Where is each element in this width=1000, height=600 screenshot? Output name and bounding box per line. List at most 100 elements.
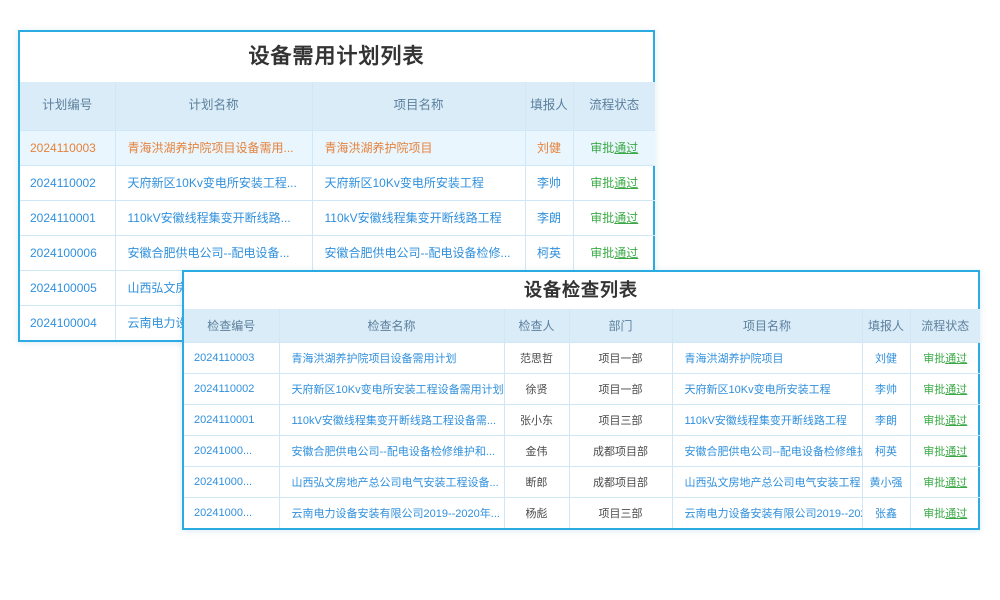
project-name-cell[interactable]: 安徽合肥供电公司--配电设备检修... [312, 235, 525, 270]
department-header: 部门 [569, 309, 672, 342]
project-name-header: 项目名称 [312, 82, 525, 130]
plan-table-row[interactable]: 2024110001110kV安徽线程集变开断线路...110kV安徽线程集变开… [20, 200, 655, 235]
status-approved-link[interactable]: 通过 [945, 415, 967, 427]
status-approved-link[interactable]: 通过 [945, 508, 967, 520]
check-no-cell[interactable]: 2024110001 [184, 404, 279, 435]
plan-no-cell[interactable]: 2024110002 [20, 165, 115, 200]
project-name-cell[interactable]: 山西弘文房地产总公司电气安装工程 [672, 466, 862, 497]
flow-status-header: 流程状态 [573, 82, 655, 130]
reporter-header: 填报人 [525, 82, 573, 130]
inspector-cell: 张小东 [504, 404, 569, 435]
project-name-cell[interactable]: 110kV安徽线程集变开断线路工程 [312, 200, 525, 235]
plan-no-cell[interactable]: 2024100006 [20, 235, 115, 270]
department-cell: 项目三部 [569, 497, 672, 528]
status-approved-link[interactable]: 通过 [614, 211, 638, 225]
check-table-header-row: 检查编号检查名称检查人部门项目名称填报人流程状态 [184, 309, 980, 342]
project-name-cell[interactable]: 云南电力设备安装有限公司2019--202... [672, 497, 862, 528]
flow-status-header: 流程状态 [910, 309, 980, 342]
reporter-cell[interactable]: 李帅 [862, 373, 910, 404]
reporter-cell[interactable]: 李朗 [862, 404, 910, 435]
reporter-cell[interactable]: 李朗 [525, 200, 573, 235]
check-table-row[interactable]: 20241000...山西弘文房地产总公司电气安装工程设备...断郎成都项目部山… [184, 466, 980, 497]
status-text: 审批 [923, 446, 945, 458]
check-name-cell[interactable]: 山西弘文房地产总公司电气安装工程设备... [279, 466, 504, 497]
plan-table-row[interactable]: 2024110002天府新区10Kv变电所安装工程...天府新区10Kv变电所安… [20, 165, 655, 200]
department-cell: 成都项目部 [569, 466, 672, 497]
inspector-cell: 杨彪 [504, 497, 569, 528]
status-approved-link[interactable]: 通过 [614, 246, 638, 260]
check-table-row[interactable]: 2024110001110kV安徽线程集变开断线路工程设备需...张小东项目三部… [184, 404, 980, 435]
plan-no-cell[interactable]: 2024100004 [20, 305, 115, 340]
plan-no-cell[interactable]: 2024100005 [20, 270, 115, 305]
project-name-cell[interactable]: 天府新区10Kv变电所安装工程 [672, 373, 862, 404]
check-name-cell[interactable]: 天府新区10Kv变电所安装工程设备需用计划 [279, 373, 504, 404]
project-name-cell[interactable]: 安徽合肥供电公司--配电设备检修维护... [672, 435, 862, 466]
check-no-cell[interactable]: 2024110003 [184, 342, 279, 373]
reporter-cell[interactable]: 黄小强 [862, 466, 910, 497]
status-text: 审批 [590, 141, 614, 155]
status-approved-link[interactable]: 通过 [945, 384, 967, 396]
status-text: 审批 [590, 211, 614, 225]
reporter-cell[interactable]: 刘健 [525, 130, 573, 165]
check-list-title: 设备检查列表 [184, 272, 978, 309]
flow-status-cell: 审批通过 [910, 497, 980, 528]
check-name-cell[interactable]: 云南电力设备安装有限公司2019--2020年... [279, 497, 504, 528]
check-name-cell[interactable]: 青海洪湖养护院项目设备需用计划 [279, 342, 504, 373]
check-name-cell[interactable]: 安徽合肥供电公司--配电设备检修维护和... [279, 435, 504, 466]
department-cell: 项目三部 [569, 404, 672, 435]
plan-table-row[interactable]: 2024100006安徽合肥供电公司--配电设备...安徽合肥供电公司--配电设… [20, 235, 655, 270]
status-approved-link[interactable]: 通过 [945, 446, 967, 458]
project-name-cell[interactable]: 天府新区10Kv变电所安装工程 [312, 165, 525, 200]
reporter-header: 填报人 [862, 309, 910, 342]
status-approved-link[interactable]: 通过 [945, 353, 967, 365]
flow-status-cell: 审批通过 [910, 404, 980, 435]
check-no-cell[interactable]: 20241000... [184, 435, 279, 466]
status-approved-link[interactable]: 通过 [945, 477, 967, 489]
status-text: 审批 [923, 353, 945, 365]
plan-name-header: 计划名称 [115, 82, 312, 130]
check-table: 检查编号检查名称检查人部门项目名称填报人流程状态 2024110003青海洪湖养… [184, 309, 980, 528]
check-no-header: 检查编号 [184, 309, 279, 342]
plan-table-row[interactable]: 2024110003青海洪湖养护院项目设备需用...青海洪湖养护院项目刘健审批通… [20, 130, 655, 165]
inspector-cell: 徐贤 [504, 373, 569, 404]
check-name-cell[interactable]: 110kV安徽线程集变开断线路工程设备需... [279, 404, 504, 435]
project-name-cell[interactable]: 青海洪湖养护院项目 [312, 130, 525, 165]
inspector-cell: 断郎 [504, 466, 569, 497]
inspector-cell: 金伟 [504, 435, 569, 466]
check-no-cell[interactable]: 20241000... [184, 466, 279, 497]
status-approved-link[interactable]: 通过 [614, 141, 638, 155]
plan-name-cell[interactable]: 110kV安徽线程集变开断线路... [115, 200, 312, 235]
plan-no-cell[interactable]: 2024110001 [20, 200, 115, 235]
flow-status-cell: 审批通过 [910, 435, 980, 466]
project-name-cell[interactable]: 青海洪湖养护院项目 [672, 342, 862, 373]
check-no-cell[interactable]: 2024110002 [184, 373, 279, 404]
check-table-body: 2024110003青海洪湖养护院项目设备需用计划范思哲项目一部青海洪湖养护院项… [184, 342, 980, 528]
reporter-cell[interactable]: 柯英 [525, 235, 573, 270]
plan-name-cell[interactable]: 青海洪湖养护院项目设备需用... [115, 130, 312, 165]
reporter-cell[interactable]: 刘健 [862, 342, 910, 373]
project-name-cell[interactable]: 110kV安徽线程集变开断线路工程 [672, 404, 862, 435]
plan-name-cell[interactable]: 天府新区10Kv变电所安装工程... [115, 165, 312, 200]
status-text: 审批 [923, 384, 945, 396]
status-text: 审批 [590, 246, 614, 260]
department-cell: 成都项目部 [569, 435, 672, 466]
reporter-cell[interactable]: 柯英 [862, 435, 910, 466]
check-table-row[interactable]: 2024110003青海洪湖养护院项目设备需用计划范思哲项目一部青海洪湖养护院项… [184, 342, 980, 373]
flow-status-cell: 审批通过 [910, 373, 980, 404]
check-table-row[interactable]: 20241000...云南电力设备安装有限公司2019--2020年...杨彪项… [184, 497, 980, 528]
reporter-cell[interactable]: 李帅 [525, 165, 573, 200]
inspector-header: 检查人 [504, 309, 569, 342]
flow-status-cell: 审批通过 [910, 466, 980, 497]
status-approved-link[interactable]: 通过 [614, 176, 638, 190]
check-no-cell[interactable]: 20241000... [184, 497, 279, 528]
plan-name-cell[interactable]: 安徽合肥供电公司--配电设备... [115, 235, 312, 270]
check-table-row[interactable]: 2024110002天府新区10Kv变电所安装工程设备需用计划徐贤项目一部天府新… [184, 373, 980, 404]
status-text: 审批 [590, 176, 614, 190]
plan-no-cell[interactable]: 2024110003 [20, 130, 115, 165]
check-table-row[interactable]: 20241000...安徽合肥供电公司--配电设备检修维护和...金伟成都项目部… [184, 435, 980, 466]
department-cell: 项目一部 [569, 342, 672, 373]
flow-status-cell: 审批通过 [573, 165, 655, 200]
reporter-cell[interactable]: 张鑫 [862, 497, 910, 528]
flow-status-cell: 审批通过 [573, 235, 655, 270]
flow-status-cell: 审批通过 [573, 130, 655, 165]
